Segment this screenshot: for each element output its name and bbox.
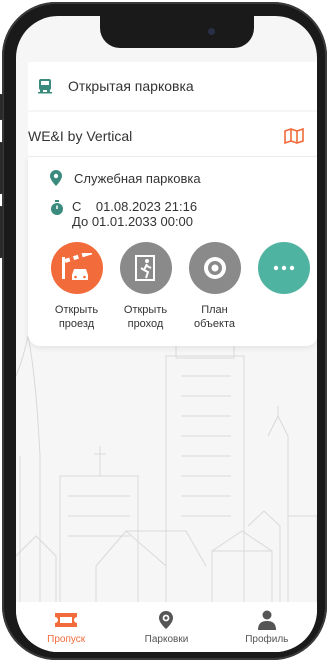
tab-parkings[interactable]: Парковки xyxy=(121,610,211,645)
bottom-tab-bar: Пропуск Парковки Профиль xyxy=(16,602,317,652)
app-screen: Открытая парковка WE&I by Vertical Служе… xyxy=(16,16,317,652)
open-gate-label-1: Открыть xyxy=(54,304,99,316)
open-door-button[interactable] xyxy=(119,242,172,294)
pass-card: Служебная парковка С 01.08.2023 21:16 До… xyxy=(28,156,317,346)
open-gate-action[interactable]: Открыть проезд xyxy=(42,242,111,331)
tab-pass-label: Пропуск xyxy=(47,634,86,645)
volume-down-button xyxy=(0,206,3,258)
barrier-icon xyxy=(61,253,92,280)
object-plan-button[interactable] xyxy=(188,242,241,294)
parking-pin-icon xyxy=(159,611,174,629)
from-date: 01.08.2023 21:16 xyxy=(95,199,198,214)
volume-up-button xyxy=(0,142,3,194)
phone-frame: Открытая парковка WE&I by Vertical Служе… xyxy=(0,2,327,660)
open-door-label-2: проход xyxy=(127,318,164,330)
parking-type-row[interactable]: Открытая парковка xyxy=(28,62,317,110)
map-icon[interactable] xyxy=(284,128,304,144)
more-icon xyxy=(273,265,294,271)
more-action[interactable] xyxy=(249,242,317,331)
object-plan-label-1: План xyxy=(201,304,228,316)
service-parking-row: Служебная парковка xyxy=(50,170,201,186)
city-skyline-illustration xyxy=(16,336,317,606)
tab-parkings-label: Парковки xyxy=(144,634,189,645)
action-buttons: Открыть проезд Открыть проход План объек… xyxy=(42,242,317,331)
open-door-label-1: Открыть xyxy=(123,304,168,316)
mute-switch xyxy=(0,94,3,120)
object-row[interactable]: WE&I by Vertical xyxy=(28,112,317,160)
parking-type-label: Открытая парковка xyxy=(68,78,194,94)
service-parking-label: Служебная парковка xyxy=(74,170,201,186)
from-prefix: С xyxy=(72,199,82,214)
location-pin-icon xyxy=(50,170,62,186)
tab-pass[interactable]: Пропуск xyxy=(21,610,111,645)
notch xyxy=(100,16,254,48)
validity-period: С 01.08.2023 21:16 До 01.01.2033 00:00 xyxy=(72,199,197,229)
to-date: 01.01.2033 00:00 xyxy=(91,214,194,229)
open-gate-button[interactable] xyxy=(50,242,103,294)
target-icon xyxy=(203,257,226,279)
more-button[interactable] xyxy=(257,242,310,294)
ticket-icon xyxy=(55,613,78,627)
open-gate-label-2: проезд xyxy=(58,318,95,330)
object-plan-label-2: объекта xyxy=(193,318,235,330)
user-icon xyxy=(257,610,276,630)
to-prefix: До xyxy=(72,214,89,229)
object-name: WE&I by Vertical xyxy=(28,128,133,144)
open-door-action[interactable]: Открыть проход xyxy=(111,242,180,331)
stopwatch-icon xyxy=(51,200,63,215)
tab-profile-label: Профиль xyxy=(245,634,289,645)
bus-icon xyxy=(38,79,52,94)
door-icon xyxy=(134,255,155,281)
camera-icon xyxy=(208,28,215,35)
object-plan-action[interactable]: План объекта xyxy=(180,242,249,331)
tab-profile[interactable]: Профиль xyxy=(222,610,312,645)
divider xyxy=(28,156,317,157)
